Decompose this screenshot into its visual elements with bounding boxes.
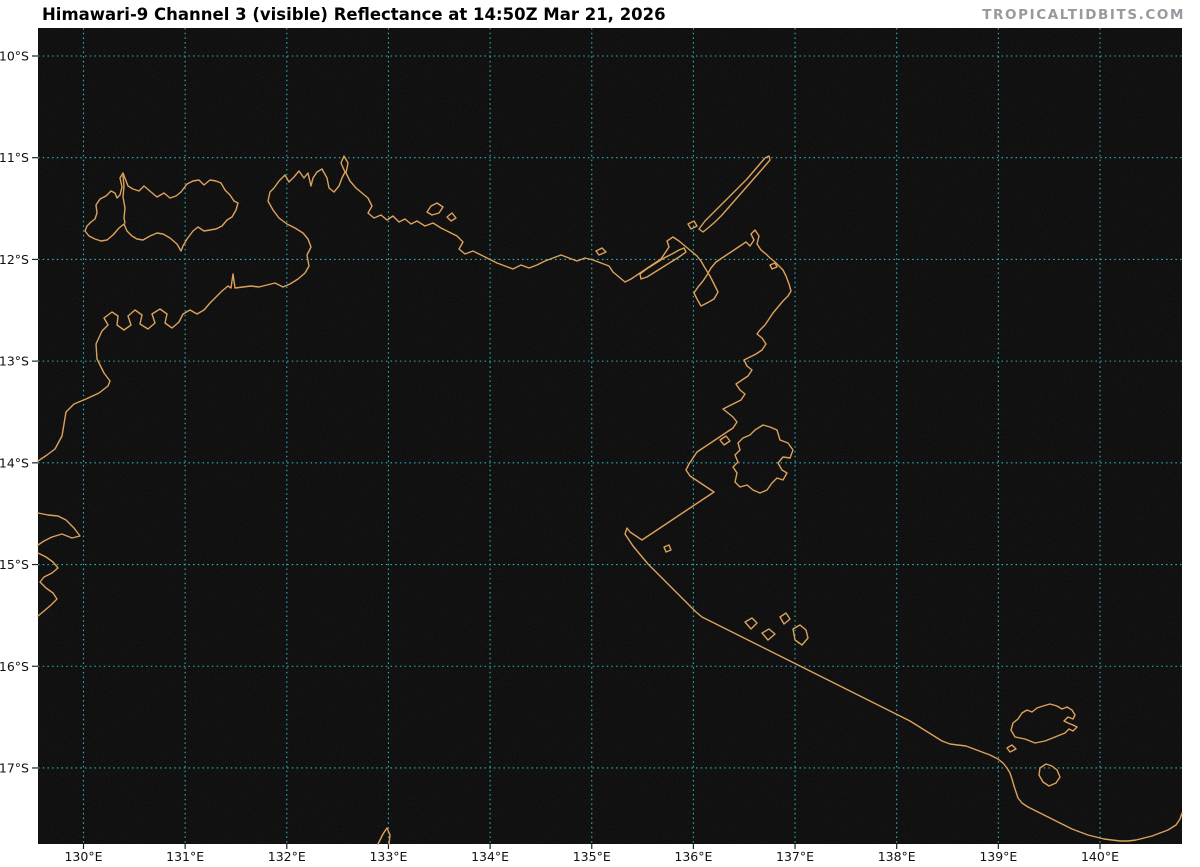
lon-label: 138°E — [878, 849, 916, 864]
lon-label: 131°E — [166, 849, 204, 864]
lat-label: 14°S — [0, 455, 29, 470]
lon-label: 135°E — [573, 849, 611, 864]
lat-label: 16°S — [0, 659, 29, 674]
lon-label: 136°E — [674, 849, 712, 864]
satellite-image-page: Himawari-9 Channel 3 (visible) Reflectan… — [0, 0, 1200, 867]
satellite-map: 10°S 11°S 12°S 13°S 14°S 15°S 16°S 17°S 130°E 131… — [0, 0, 1200, 867]
lat-label: 10°S — [0, 49, 29, 64]
lat-label: 11°S — [0, 150, 29, 165]
lon-label: 132°E — [268, 849, 306, 864]
lon-label: 134°E — [471, 849, 509, 864]
lon-label: 137°E — [776, 849, 814, 864]
lon-label: 130°E — [64, 849, 102, 864]
lat-label: 13°S — [0, 354, 29, 369]
lat-label: 12°S — [0, 252, 29, 267]
lat-label: 15°S — [0, 557, 29, 572]
lon-label: 133°E — [369, 849, 407, 864]
lon-label: 140°E — [1081, 849, 1119, 864]
sensor-noise-layer — [38, 28, 1182, 844]
lon-label: 139°E — [979, 849, 1017, 864]
lat-label: 17°S — [0, 760, 29, 775]
